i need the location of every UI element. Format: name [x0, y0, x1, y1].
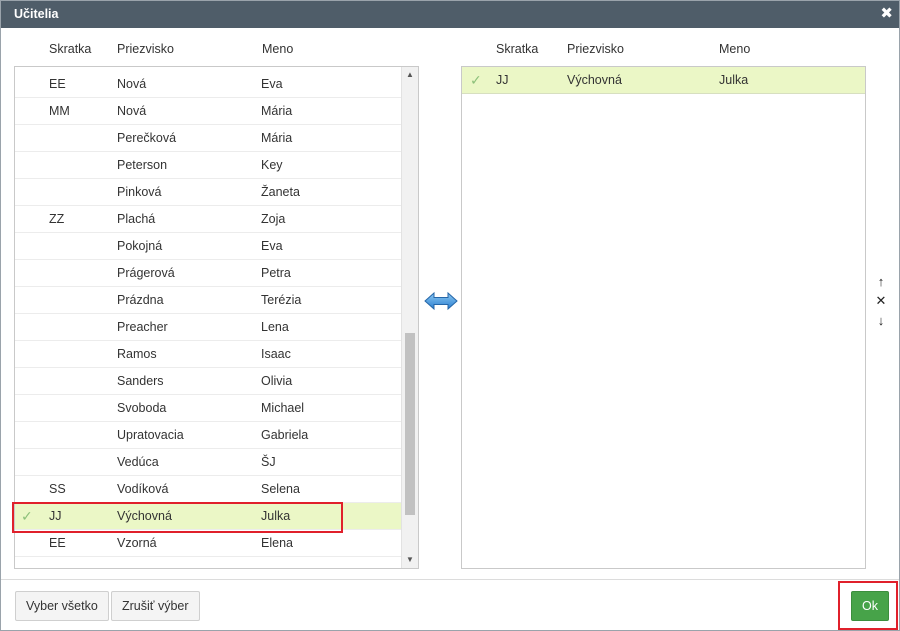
row-abbr: ZZ [49, 212, 65, 226]
row-last-name: Nová [117, 77, 147, 91]
table-row[interactable]: ZZ Plachá Zoja [15, 206, 402, 233]
table-row[interactable]: Sanders Olivia [15, 368, 402, 395]
left-header-first-name[interactable]: Meno [262, 42, 293, 56]
row-last-name: Pinková [117, 185, 162, 199]
right-header-abbr[interactable]: Skratka [496, 42, 538, 56]
table-row-clipped[interactable] [15, 557, 402, 568]
row-first-name: Key [261, 158, 283, 172]
row-first-name: Lena [261, 320, 289, 334]
row-last-name: Nová [117, 104, 147, 118]
move-up-icon[interactable]: ↑ [874, 274, 888, 290]
row-first-name: Žaneta [261, 185, 300, 199]
dialog-title: Učitelia [14, 7, 59, 21]
row-last-name: Vedúca [117, 455, 159, 469]
right-header-last-name[interactable]: Priezvisko [567, 42, 624, 56]
row-first-name: Michael [261, 401, 305, 415]
row-first-name: Julka [719, 73, 749, 87]
close-icon[interactable]: ✖ [880, 6, 893, 22]
move-down-icon[interactable]: ↓ [874, 313, 888, 329]
list-scrollbar[interactable]: ▲ ▼ [401, 67, 418, 568]
row-abbr: JJ [496, 73, 509, 87]
table-row[interactable]: Prágerová Petra [15, 260, 402, 287]
table-row[interactable]: Prázdna Terézia [15, 287, 402, 314]
row-first-name: ŠJ [261, 455, 276, 469]
row-first-name: Terézia [261, 293, 302, 307]
table-row[interactable]: ✓ JJ Výchovná Julka [15, 503, 402, 530]
row-last-name: Výchovná [567, 73, 622, 87]
row-last-name: Prázdna [117, 293, 164, 307]
row-last-name: Sanders [117, 374, 164, 388]
table-row[interactable]: SS Vodíková Selena [15, 476, 402, 503]
row-abbr: EE [49, 536, 66, 550]
row-last-name: Upratovacia [117, 428, 184, 442]
selected-teachers-list: ✓ JJ Výchovná Julka [461, 66, 866, 569]
row-first-name: Eva [261, 77, 283, 91]
table-row[interactable]: Pokojná Eva [15, 233, 402, 260]
table-row[interactable]: Upratovacia Gabriela [15, 422, 402, 449]
table-row[interactable]: Vedúca ŠJ [15, 449, 402, 476]
row-first-name: Zoja [261, 212, 286, 226]
select-all-button[interactable]: Vyber všetko [15, 591, 109, 621]
row-last-name: Vodíková [117, 482, 169, 496]
table-row[interactable]: Svoboda Michael [15, 395, 402, 422]
row-first-name: Olivia [261, 374, 293, 388]
row-first-name: Gabriela [261, 428, 309, 442]
table-row[interactable]: EE Nová Eva [15, 71, 402, 98]
row-last-name: Svoboda [117, 401, 167, 415]
selected-table-row[interactable]: ✓ JJ Výchovná Julka [462, 67, 865, 94]
scroll-up-arrow-icon[interactable]: ▲ [402, 67, 418, 83]
table-row[interactable]: Ramos Isaac [15, 341, 402, 368]
teachers-dialog: Učitelia ✖ Skratka Priezvisko Meno Skrat… [0, 0, 900, 631]
table-row[interactable]: Peterson Key [15, 152, 402, 179]
row-last-name: Preacher [117, 320, 168, 334]
row-last-name: Prágerová [117, 266, 175, 280]
table-row[interactable]: Preacher Lena [15, 314, 402, 341]
row-abbr: JJ [49, 509, 62, 523]
row-abbr: MM [49, 104, 70, 118]
row-first-name: Mária [261, 104, 293, 118]
clear-selection-button[interactable]: Zrušiť výber [111, 591, 200, 621]
double-arrow-icon[interactable] [424, 291, 458, 311]
remove-icon[interactable]: ✕ [874, 293, 888, 309]
check-icon: ✓ [21, 508, 33, 524]
left-header-last-name[interactable]: Priezvisko [117, 42, 174, 56]
table-row[interactable]: Perečková Mária [15, 125, 402, 152]
row-last-name: Vzorná [117, 536, 157, 550]
row-first-name: Mária [261, 131, 293, 145]
row-first-name: Selena [261, 482, 300, 496]
footer-divider [1, 579, 899, 580]
row-last-name: Ramos [117, 347, 157, 361]
left-header-abbr[interactable]: Skratka [49, 42, 91, 56]
row-abbr: EE [49, 77, 66, 91]
table-row[interactable]: MM Nová Mária [15, 98, 402, 125]
table-row[interactable]: Pinková Žaneta [15, 179, 402, 206]
table-row[interactable]: EE Vzorná Elena [15, 530, 402, 557]
right-header-first-name[interactable]: Meno [719, 42, 750, 56]
row-first-name: Petra [261, 266, 291, 280]
row-first-name: Isaac [261, 347, 291, 361]
row-last-name: Plachá [117, 212, 156, 226]
row-abbr: SS [49, 482, 66, 496]
check-icon: ✓ [470, 72, 482, 88]
ok-button[interactable]: Ok [851, 591, 889, 621]
row-last-name: Výchovná [117, 509, 172, 523]
row-first-name: Eva [261, 239, 283, 253]
dialog-titlebar: Učitelia ✖ [1, 1, 899, 28]
scroll-down-arrow-icon[interactable]: ▼ [402, 552, 418, 568]
row-last-name: Peterson [117, 158, 168, 172]
row-first-name: Elena [261, 536, 293, 550]
available-teachers-list: EE Nová Eva MM Nová Mária Perečková Mária Peters… [14, 66, 419, 569]
scroll-thumb[interactable] [405, 333, 415, 515]
row-last-name: Perečková [117, 131, 177, 145]
row-last-name: Pokojná [117, 239, 163, 253]
row-first-name: Julka [261, 509, 291, 523]
